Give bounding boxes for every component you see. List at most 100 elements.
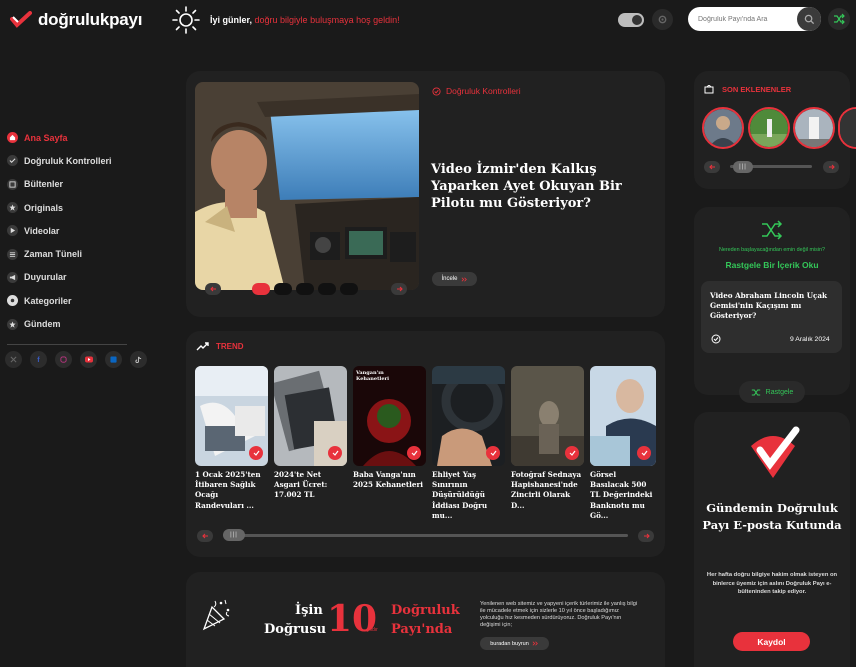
newsletter-subscribe-button[interactable]: Kaydol xyxy=(733,632,810,651)
arrow-left-icon xyxy=(708,164,715,170)
sidebar-item-ana-sayfa[interactable]: Ana Sayfa xyxy=(7,126,132,149)
carousel-dot[interactable] xyxy=(296,283,314,295)
random-button-label: Rastgele xyxy=(765,388,794,396)
carousel-dot[interactable] xyxy=(340,283,358,295)
featured-read-button[interactable]: İncele xyxy=(432,272,477,286)
featured-title[interactable]: Video İzmir'den Kalkış Yaparken Ayet Oku… xyxy=(431,161,656,212)
sidebar-item-dogruluk-kontrolleri[interactable]: Doğruluk Kontrolleri xyxy=(7,149,132,172)
home-icon xyxy=(7,132,18,144)
featured-category[interactable]: Doğruluk Kontrolleri xyxy=(432,86,521,96)
search-button[interactable] xyxy=(797,7,821,31)
trend-card[interactable]: 2024'te Net Asgari Ücret: 17.002 TL xyxy=(274,366,347,501)
carousel-next-button[interactable] xyxy=(391,283,407,295)
trend-card[interactable]: Fotoğraf Sednaya Hapishanesi'nde Zincirl… xyxy=(511,366,584,511)
sidebar-item-gundem[interactable]: Gündem xyxy=(7,312,132,335)
sidebar-item-label: Originals xyxy=(24,202,64,213)
random-question: Nereden başlayacağından emin değil misin… xyxy=(718,247,826,253)
trend-heading: TREND xyxy=(196,342,244,351)
trend-prev-button[interactable] xyxy=(197,530,213,542)
gear-icon xyxy=(658,15,667,24)
trend-card[interactable]: Vangan'ın Kehanetleri Baba Vanga'nın 202… xyxy=(353,366,426,490)
banner-number: 10 xyxy=(327,598,378,640)
greeting-message: doğru bilgiyle buluşmaya hoş geldin! xyxy=(254,15,400,25)
random-title: Rastgele Bir İçerik Oku xyxy=(725,260,819,270)
latest-prev-button[interactable] xyxy=(704,161,720,173)
agenda-icon xyxy=(7,318,18,330)
trend-heading-label: TREND xyxy=(216,342,244,351)
check-badge-icon xyxy=(637,446,651,460)
arrow-right-icon xyxy=(828,164,835,170)
theme-toggle[interactable] xyxy=(618,13,644,27)
story-avatar[interactable] xyxy=(793,107,835,149)
logo[interactable]: doğrulukpayı xyxy=(10,10,143,30)
banner-word: İşin xyxy=(295,603,323,618)
sidebar-item-label: Bültenler xyxy=(24,179,64,190)
shuffle-icon xyxy=(760,219,784,241)
featured-image[interactable] xyxy=(195,82,419,290)
instagram-icon[interactable] xyxy=(55,351,72,368)
trend-title: Baba Vanga'nın 2025 Kehanetleri xyxy=(353,470,423,490)
banner-button[interactable]: buradan buyrun xyxy=(480,637,549,650)
search-icon xyxy=(804,14,814,24)
sidebar-item-videolar[interactable]: Videolar xyxy=(7,219,132,242)
trend-thumbnail xyxy=(432,366,505,466)
latest-next-button[interactable] xyxy=(823,161,839,173)
arrow-right-icon xyxy=(643,533,650,539)
search-bar[interactable] xyxy=(688,7,821,31)
trend-next-button[interactable] xyxy=(638,530,654,542)
newsletter-title: Gündemin Doğruluk Payı E-posta Kutunda xyxy=(702,501,842,532)
arrow-right-icon xyxy=(396,286,403,292)
x-icon[interactable] xyxy=(5,351,22,368)
featured-category-label: Doğruluk Kontrolleri xyxy=(446,86,521,96)
tiktok-icon[interactable] xyxy=(130,351,147,368)
trend-title: Fotoğraf Sednaya Hapishanesi'nde Zincirl… xyxy=(511,470,582,510)
search-input[interactable] xyxy=(698,15,798,23)
play-icon xyxy=(7,225,18,237)
carousel-dot[interactable] xyxy=(318,283,336,295)
trend-thumbnail-text: Vangan'ın Kehanetleri xyxy=(356,370,390,382)
sidebar-item-kategoriler[interactable]: Kategoriler xyxy=(7,289,132,312)
youtube-icon[interactable] xyxy=(80,351,97,368)
random-content-button[interactable] xyxy=(828,8,850,30)
linkedin-icon[interactable] xyxy=(105,351,122,368)
sidebar-item-label: Zaman Tüneli xyxy=(24,249,83,260)
trend-card[interactable]: Ehliyet Yaş Sınırının Düşürüldüğü İddias… xyxy=(432,366,505,521)
sidebar-item-label: Kategoriler xyxy=(24,295,72,306)
sidebar-nav: Ana Sayfa Doğruluk Kontrolleri Bültenler… xyxy=(7,126,132,336)
sun-icon xyxy=(172,6,200,34)
carousel-prev-button[interactable] xyxy=(205,283,221,295)
sidebar-item-duyurular[interactable]: Duyurular xyxy=(7,266,132,289)
banner-description: Yenilenen web sitemiz ve yapyeni içerik … xyxy=(480,601,638,628)
sidebar-item-originals[interactable]: Originals xyxy=(7,196,132,219)
random-article-title[interactable]: Video Abraham Lincoln Uçak Gemisi'nin Ka… xyxy=(710,291,835,322)
check-badge-icon xyxy=(486,446,500,460)
banner-word: Doğruluk xyxy=(391,603,460,618)
greeting-hi: İyi günler, xyxy=(210,15,253,25)
trend-title: Ehliyet Yaş Sınırının Düşürüldüğü İddias… xyxy=(432,470,488,520)
carousel-dots xyxy=(252,283,358,295)
sidebar-item-label: Gündem xyxy=(24,319,61,330)
trend-scroll-track[interactable] xyxy=(223,534,628,537)
settings-button[interactable] xyxy=(652,9,673,30)
carousel-dot[interactable] xyxy=(252,283,270,295)
latest-scroll-handle[interactable]: ||| xyxy=(733,161,753,173)
double-chevron-right-icon xyxy=(532,641,538,646)
trend-title: 1 Ocak 2025'ten İtibaren Sağlık Ocağı Ra… xyxy=(195,470,261,510)
sidebar-divider xyxy=(7,344,127,345)
trend-card[interactable]: Görsel Basılacak 500 TL Değerindeki Bank… xyxy=(590,366,656,521)
check-circle-icon xyxy=(432,86,441,96)
trend-scroll-handle[interactable]: ||| xyxy=(223,529,245,541)
confetti-icon xyxy=(201,598,233,632)
facebook-icon[interactable]: f xyxy=(30,351,47,368)
story-avatar[interactable] xyxy=(748,107,790,149)
star-icon xyxy=(7,202,18,214)
trend-thumbnail xyxy=(590,366,656,466)
check-badge-icon xyxy=(328,446,342,460)
greeting: İyi günler, doğru bilgiyle buluşmaya hoş… xyxy=(172,6,400,34)
sidebar-item-bultenler[interactable]: Bültenler xyxy=(7,173,132,196)
random-button[interactable]: Rastgele xyxy=(739,381,805,403)
sidebar-item-zaman-tuneli[interactable]: Zaman Tüneli xyxy=(7,242,132,265)
carousel-dot[interactable] xyxy=(274,283,292,295)
story-avatar[interactable] xyxy=(702,107,744,149)
trend-card[interactable]: 1 Ocak 2025'ten İtibaren Sağlık Ocağı Ra… xyxy=(195,366,268,511)
